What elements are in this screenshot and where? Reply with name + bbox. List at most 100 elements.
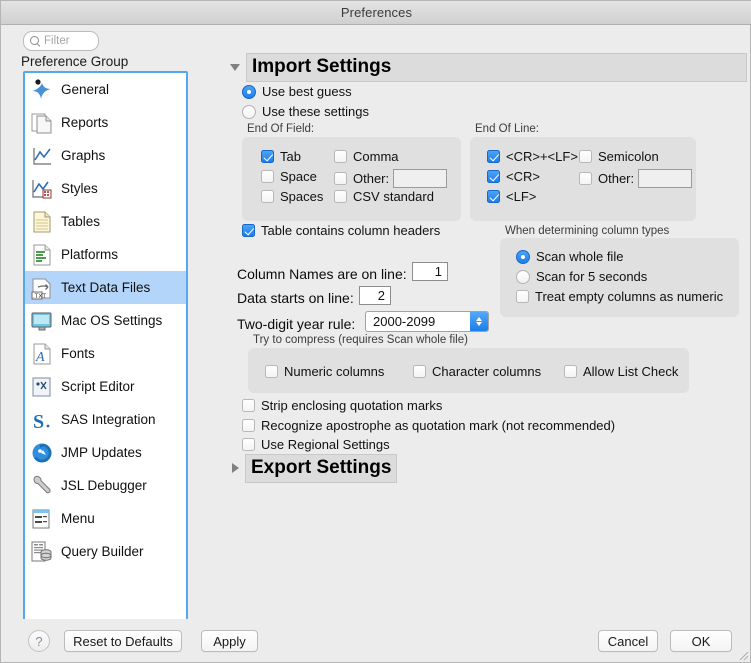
treat-empty-numeric-option[interactable]: Treat empty columns as numeric: [516, 289, 723, 304]
eol-option-semicolon[interactable]: Semicolon: [579, 149, 659, 164]
scan-5-seconds-option[interactable]: Scan for 5 seconds: [516, 269, 647, 284]
preferences-window: Preferences Filter Preference Group Gene…: [0, 0, 751, 663]
ok-button[interactable]: OK: [670, 630, 732, 652]
two-digit-year-value: 2000-2099: [366, 314, 470, 329]
sidebar-item-mac-os-settings[interactable]: Mac OS Settings: [25, 304, 186, 337]
sidebar-item-tables[interactable]: Tables: [25, 205, 186, 238]
radio-selected-icon[interactable]: [242, 85, 256, 99]
checkbox-unchecked-icon[interactable]: [261, 190, 274, 203]
export-settings-header[interactable]: Export Settings: [232, 454, 397, 483]
scan-whole-file-option[interactable]: Scan whole file: [516, 249, 623, 264]
column-names-line-input[interactable]: 1: [412, 262, 448, 281]
sidebar-item-text-data-files[interactable]: .TXT Text Data Files: [25, 271, 186, 304]
sidebar-item-menu[interactable]: Menu: [25, 502, 186, 535]
use-best-guess-option[interactable]: Use best guess: [242, 84, 352, 99]
radio-unselected-icon[interactable]: [242, 105, 256, 119]
eol-option-crlf[interactable]: <CR>+<LF>: [487, 149, 578, 164]
end-of-line-label: End Of Line:: [475, 123, 539, 135]
column-types-label: When determining column types: [505, 225, 669, 237]
use-regional-settings-label: Use Regional Settings: [261, 437, 390, 452]
eof-option-space[interactable]: Space: [261, 169, 317, 184]
checkbox-checked-icon[interactable]: [487, 190, 500, 203]
checkbox-unchecked-icon[interactable]: [579, 150, 592, 163]
filter-input[interactable]: Filter: [23, 31, 99, 51]
sidebar-item-script-editor[interactable]: Script Editor: [25, 370, 186, 403]
eof-option-other[interactable]: Other:: [334, 169, 447, 188]
apply-button[interactable]: Apply: [201, 630, 258, 652]
sidebar-item-general[interactable]: General: [25, 73, 186, 106]
jmp-starburst-icon: [29, 77, 55, 103]
sidebar-item-label: Mac OS Settings: [61, 313, 162, 328]
use-these-settings-option[interactable]: Use these settings: [242, 104, 369, 119]
help-button[interactable]: ?: [28, 630, 50, 652]
reset-to-defaults-button[interactable]: Reset to Defaults: [64, 630, 182, 652]
sidebar-item-query-builder[interactable]: Query Builder: [25, 535, 186, 568]
preference-group-list[interactable]: General Reports: [23, 71, 188, 643]
sidebar-item-fonts[interactable]: A Fonts: [25, 337, 186, 370]
triangle-right-icon[interactable]: [232, 463, 239, 473]
checkbox-checked-icon[interactable]: [487, 150, 500, 163]
compress-label: Try to compress (requires Scan whole fil…: [253, 334, 468, 346]
compress-numeric-option[interactable]: Numeric columns: [265, 364, 384, 379]
eof-space-label: Space: [280, 169, 317, 184]
eof-option-comma[interactable]: Comma: [334, 149, 399, 164]
window-title: Preferences: [341, 5, 412, 20]
compress-character-label: Character columns: [432, 364, 541, 379]
checkbox-unchecked-icon[interactable]: [413, 365, 426, 378]
compress-numeric-label: Numeric columns: [284, 364, 384, 379]
strip-quotation-option[interactable]: Strip enclosing quotation marks: [242, 398, 442, 413]
sidebar-item-label: Graphs: [61, 148, 105, 163]
eol-option-other[interactable]: Other:: [579, 169, 692, 188]
eol-semicolon-label: Semicolon: [598, 149, 659, 164]
use-regional-settings-option[interactable]: Use Regional Settings: [242, 437, 390, 452]
checkbox-unchecked-icon[interactable]: [261, 170, 274, 183]
checkbox-unchecked-icon[interactable]: [242, 419, 255, 432]
import-settings-header[interactable]: Import Settings: [230, 53, 747, 82]
allow-list-check-option[interactable]: Allow List Check: [564, 364, 678, 379]
compress-character-option[interactable]: Character columns: [413, 364, 541, 379]
checkbox-checked-icon[interactable]: [487, 170, 500, 183]
checkbox-unchecked-icon[interactable]: [334, 190, 347, 203]
radio-selected-icon[interactable]: [516, 250, 530, 264]
two-digit-year-select[interactable]: 2000-2099: [365, 311, 489, 332]
eof-option-spaces[interactable]: Spaces: [261, 189, 323, 204]
eol-crlf-label: <CR>+<LF>: [506, 149, 578, 164]
sidebar-item-jmp-updates[interactable]: JMP Updates: [25, 436, 186, 469]
checkbox-unchecked-icon[interactable]: [579, 172, 592, 185]
eol-option-lf[interactable]: <LF>: [487, 189, 536, 204]
sidebar-item-sas-integration[interactable]: S SAS Integration: [25, 403, 186, 436]
cancel-button[interactable]: Cancel: [598, 630, 658, 652]
sas-logo-icon: S: [29, 407, 55, 433]
sidebar-item-jsl-debugger[interactable]: JSL Debugger: [25, 469, 186, 502]
checkbox-checked-icon[interactable]: [242, 224, 255, 237]
checkbox-unchecked-icon[interactable]: [564, 365, 577, 378]
resize-grip-icon[interactable]: [736, 648, 749, 661]
recognize-apostrophe-option[interactable]: Recognize apostrophe as quotation mark (…: [242, 418, 615, 433]
checkbox-unchecked-icon[interactable]: [242, 438, 255, 451]
checkbox-unchecked-icon[interactable]: [265, 365, 278, 378]
eol-option-cr[interactable]: <CR>: [487, 169, 540, 184]
txt-file-icon: .TXT: [29, 275, 55, 301]
table-contains-headers-label: Table contains column headers: [261, 223, 440, 238]
triangle-down-icon[interactable]: [230, 64, 240, 71]
radio-unselected-icon[interactable]: [516, 270, 530, 284]
data-starts-line-input[interactable]: 2: [359, 286, 391, 305]
checkbox-unchecked-icon[interactable]: [334, 172, 347, 185]
eol-other-input[interactable]: [638, 169, 692, 188]
eol-cr-label: <CR>: [506, 169, 540, 184]
table-contains-headers-option[interactable]: Table contains column headers: [242, 223, 440, 238]
eof-option-csv-standard[interactable]: CSV standard: [334, 189, 434, 204]
stepper-icon[interactable]: [470, 312, 488, 331]
sidebar-item-styles[interactable]: Styles: [25, 172, 186, 205]
checkbox-unchecked-icon[interactable]: [516, 290, 529, 303]
checkbox-checked-icon[interactable]: [261, 150, 274, 163]
sidebar-item-reports[interactable]: Reports: [25, 106, 186, 139]
eof-other-input[interactable]: [393, 169, 447, 188]
table-sheet-icon: [29, 209, 55, 235]
main-panel: Import Settings Use best guess Use these…: [201, 24, 751, 619]
checkbox-unchecked-icon[interactable]: [334, 150, 347, 163]
sidebar-item-platforms[interactable]: Platforms: [25, 238, 186, 271]
sidebar-item-graphs[interactable]: Graphs: [25, 139, 186, 172]
checkbox-unchecked-icon[interactable]: [242, 399, 255, 412]
eof-option-tab[interactable]: Tab: [261, 149, 301, 164]
